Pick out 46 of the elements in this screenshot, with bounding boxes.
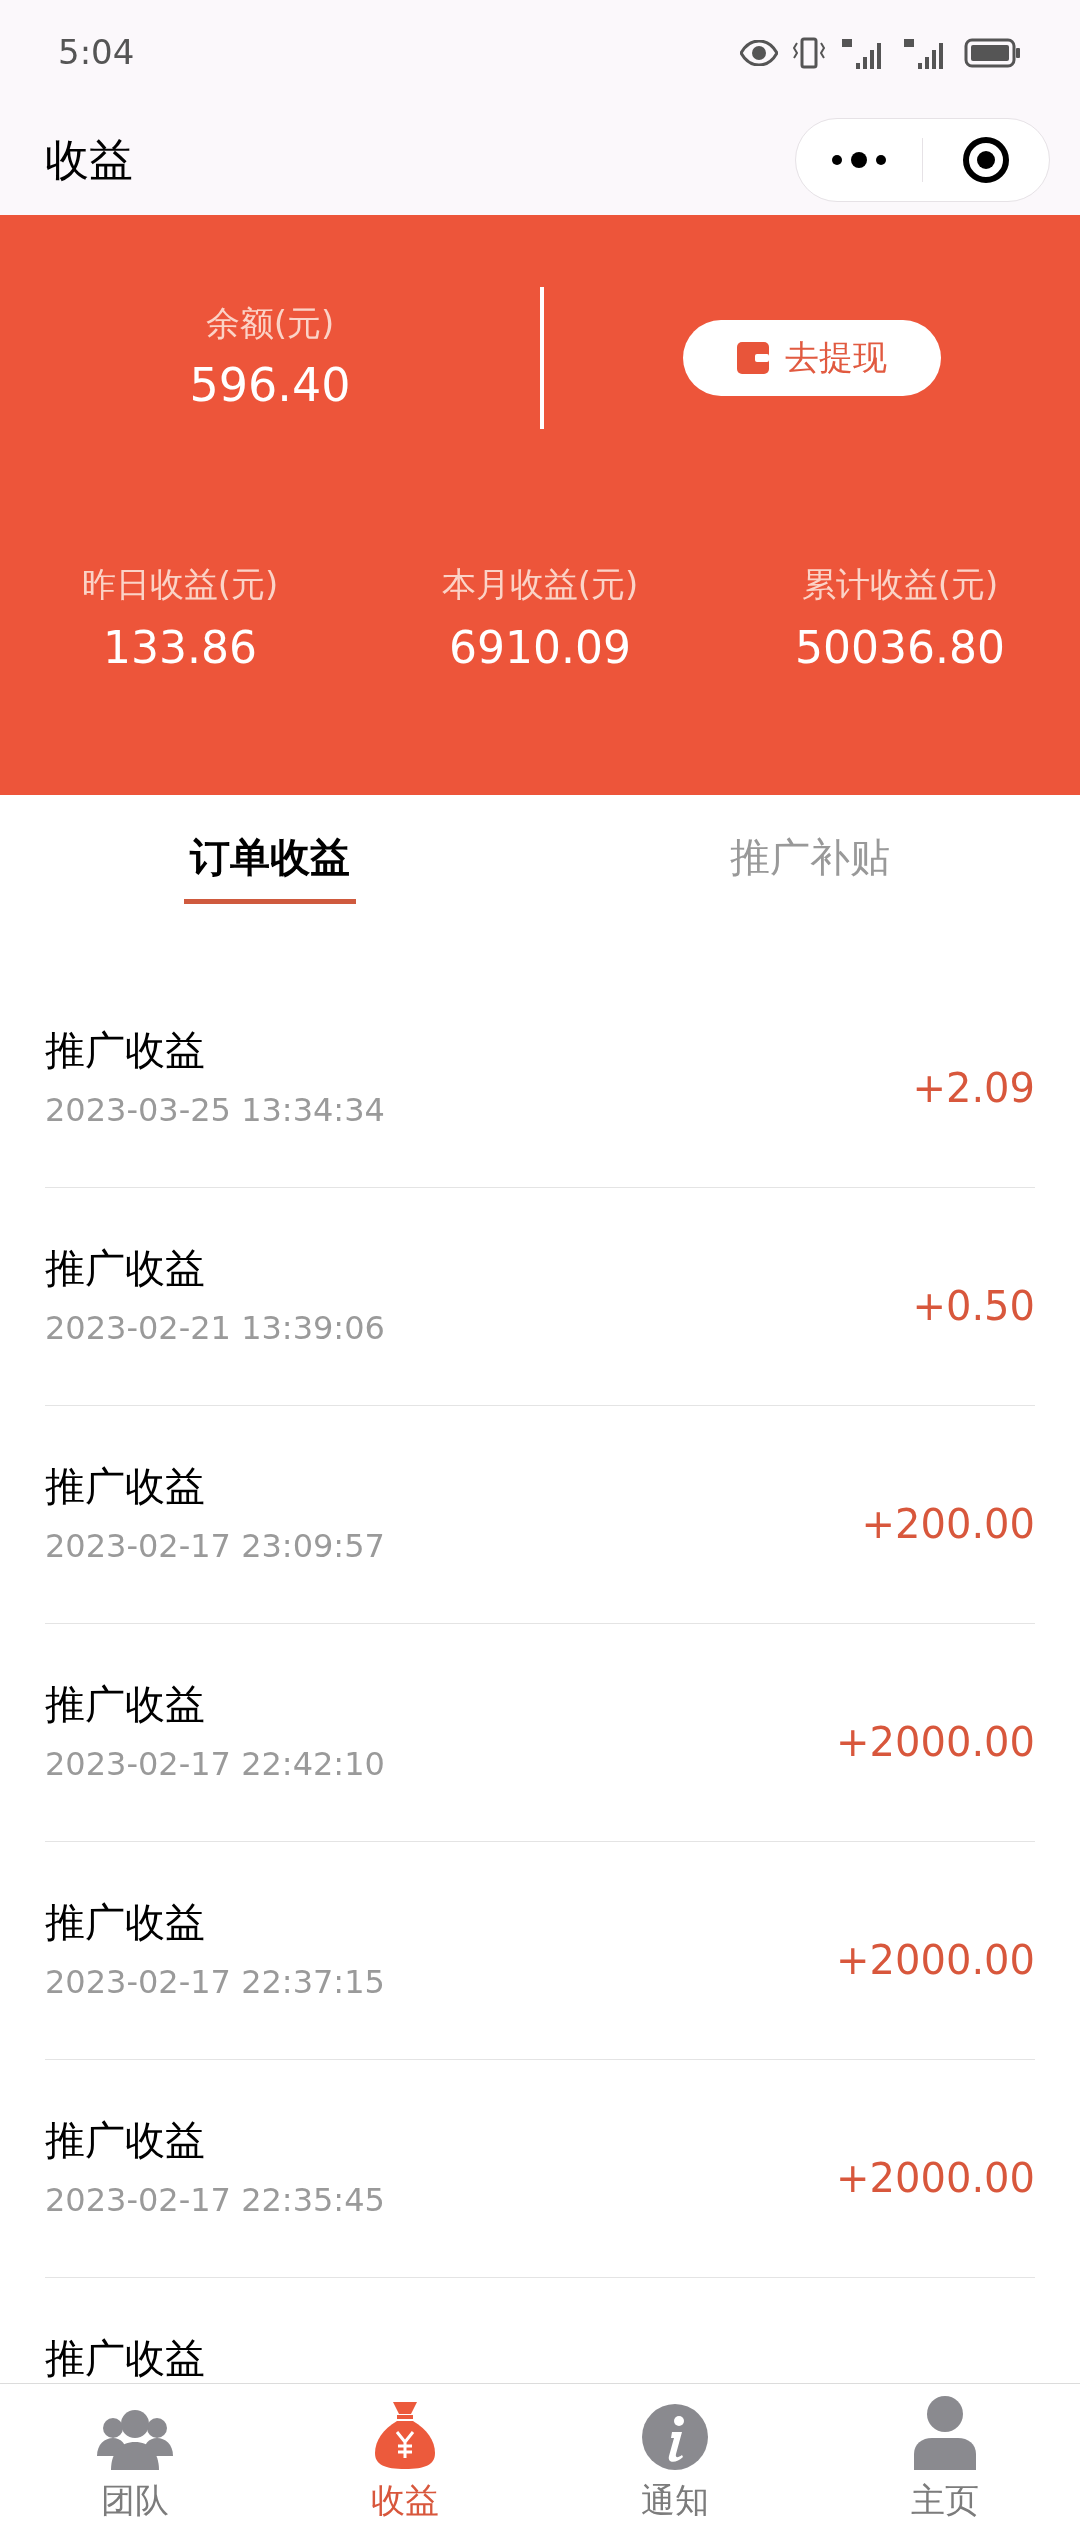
eye-icon — [740, 39, 778, 66]
balance-label: 余额(元) — [205, 301, 335, 345]
target-icon — [962, 136, 1010, 184]
stat-value: 133.86 — [103, 621, 257, 675]
record-amount: +2000.00 — [836, 2156, 1035, 2200]
nav-item[interactable]: 收益 — [270, 2384, 540, 2536]
record-title: 推广收益 — [45, 1900, 206, 1944]
tab[interactable]: 订单收益 — [0, 795, 540, 930]
nav-item[interactable]: 主页 — [810, 2384, 1080, 2536]
person-icon — [914, 2396, 976, 2470]
record-time: 2023-03-25 13:34:34 — [45, 1090, 385, 1131]
vibrate-icon — [792, 36, 826, 69]
money-bag-icon — [373, 2400, 437, 2470]
nav-item[interactable]: 团队 — [0, 2384, 270, 2536]
stat-label: 昨日收益(元) — [81, 563, 279, 606]
people-icon — [97, 2408, 173, 2470]
page-title: 收益 — [45, 133, 133, 187]
status-time: 5:04 — [58, 31, 135, 74]
record-title: 推广收益 — [45, 2336, 205, 2380]
withdraw-button[interactable]: 去提现 — [683, 319, 941, 396]
stat-value: 6910.09 — [449, 621, 631, 675]
nav-item[interactable]: 通知 — [540, 2384, 810, 2536]
stat-label: 累计收益(元) — [801, 563, 999, 606]
record-title: 推广收益 — [45, 1246, 206, 1290]
tab[interactable]: 推广补贴 — [540, 795, 1080, 930]
balance-value: 596.40 — [189, 356, 351, 414]
record-amount: +2.09 — [912, 1066, 1035, 1110]
record-amount: +2000.00 — [836, 1720, 1035, 1764]
record-title: 推广收益 — [45, 1464, 206, 1508]
record-amount: +0.50 — [912, 1284, 1035, 1328]
record-title: 推广收益 — [45, 2118, 206, 2162]
record-time: 2023-02-17 22:37:15 — [45, 1962, 385, 2003]
record-amount: +2000.00 — [836, 1938, 1035, 1982]
record-title: 推广收益 — [45, 1682, 206, 1726]
more-icon — [831, 152, 887, 168]
record-time: 2023-02-21 13:39:06 — [45, 1308, 385, 1349]
info-icon — [642, 2404, 708, 2470]
wallet-icon — [737, 341, 769, 374]
record-title: 推广收益 — [45, 1028, 206, 1072]
battery-icon — [964, 37, 1022, 68]
record-time: 2023-02-17 22:42:10 — [45, 1744, 385, 1785]
stat-value: 50036.80 — [795, 621, 1005, 675]
record-time: 2023-02-17 22:35:45 — [45, 2180, 385, 2221]
stat-label: 本月收益(元) — [441, 563, 639, 606]
record-time: 2023-02-17 23:09:57 — [45, 1526, 385, 1567]
record-amount: +200.00 — [861, 1502, 1035, 1546]
